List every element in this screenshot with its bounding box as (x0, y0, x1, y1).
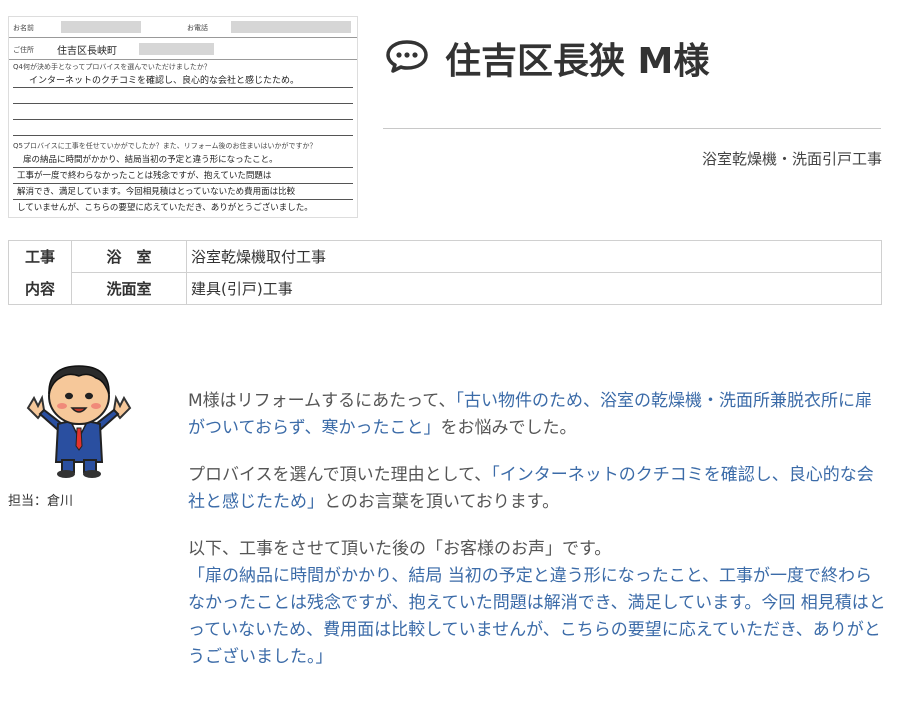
story-text: 以下、工事をさせて頂いた後の「お客様のお声」です。 (188, 539, 612, 559)
story-text: プロバイスを選んで頂いた理由として、 (188, 465, 492, 485)
title-divider (383, 128, 881, 129)
survey-rule (13, 87, 353, 88)
table-row: 工事 浴 室 浴室乾燥機取付工事 (8, 240, 882, 273)
story-text: M様はリフォームするにあたって、 (188, 391, 456, 411)
table-place-cell: 洗面室 (71, 272, 187, 305)
table-task-cell: 浴室乾燥機取付工事 (186, 240, 882, 273)
speech-bubble-icon (385, 39, 429, 73)
table-group-label: 内容 (8, 272, 72, 305)
survey-q5-line: 解消でき、満足しています。今回相見積はとっていないため費用面は比較 (17, 187, 296, 197)
survey-name-label: お名前 (13, 24, 34, 32)
table-place-cell: 浴 室 (71, 240, 187, 273)
survey-sheet-image: お名前 お電話 ご住所 住吉区長峡町 Q4何が決め手となってプロバイスを選んでい… (8, 16, 358, 218)
survey-rule (13, 119, 353, 120)
survey-q4-answer: インターネットのクチコミを確認し、良心的な会社と感じたため。 (29, 76, 300, 86)
survey-q5-line: 工事が一度で終わらなかったことは残念ですが、抱えていた問題は (17, 171, 272, 181)
story-paragraph: M様はリフォームするにあたって、「古い物件のため、浴室の乾燥機・洗面所兼脱衣所に… (188, 388, 888, 442)
survey-q5-line: していませんが、こちらの要望に応えていただき、ありがとうございました。 (17, 203, 313, 213)
survey-q4-label: Q4何が決め手となってプロバイスを選んでいただけましたか？ (13, 63, 211, 71)
page-subtitle: 浴室乾燥機・洗面引戸工事 (701, 150, 882, 168)
survey-phone-label: お電話 (187, 24, 208, 32)
staff-label: 担当：倉川 (8, 494, 74, 509)
survey-address-label: ご住所 (13, 46, 34, 54)
story-text: をお悩みでした。 (440, 418, 577, 438)
survey-q5-label: Q5プロバイスに工事を任せていかがでしたか？また、リフォーム後のお住まいはいかが… (13, 142, 317, 150)
page-header: 住吉区長狭 M様 (385, 26, 885, 86)
redacted-name (61, 21, 141, 33)
page-title: 住吉区長狭 M様 (445, 41, 710, 82)
table-row: 内容 洗面室 建具(引戸)工事 (8, 272, 882, 305)
customer-story: M様はリフォームするにあたって、「古い物件のため、浴室の乾燥機・洗面所兼脱衣所に… (188, 388, 888, 691)
survey-rule (13, 167, 353, 168)
customer-voice-quote: 「扉の納品に時間がかかり、結局 当初の予定と違う形になったこと、工事が一度で終わ… (188, 566, 886, 667)
table-task-cell: 建具(引戸)工事 (186, 272, 882, 305)
story-paragraph: 以下、工事をさせて頂いた後の「お客様のお声」です。「扉の納品に時間がかかり、結局… (188, 536, 888, 671)
survey-rule (13, 199, 353, 200)
survey-rule (13, 183, 353, 184)
survey-rule (13, 103, 353, 104)
redacted-address (139, 43, 214, 55)
work-details-table: 工事 浴 室 浴室乾燥機取付工事 内容 洗面室 建具(引戸)工事 (8, 240, 882, 305)
survey-q5-line: 扉の納品に時間がかかり、結局当初の予定と違う形になったこと。 (23, 155, 278, 165)
story-paragraph: プロバイスを選んで頂いた理由として、「インターネットのクチコミを確認し、良心的な… (188, 462, 888, 516)
staff-mascot-avatar (24, 358, 134, 478)
survey-rule (13, 135, 353, 136)
redacted-phone (231, 21, 351, 33)
story-text: とのお言葉を頂いております。 (324, 492, 560, 512)
survey-address-value: 住吉区長峡町 (57, 46, 117, 57)
table-group-label: 工事 (8, 240, 72, 273)
